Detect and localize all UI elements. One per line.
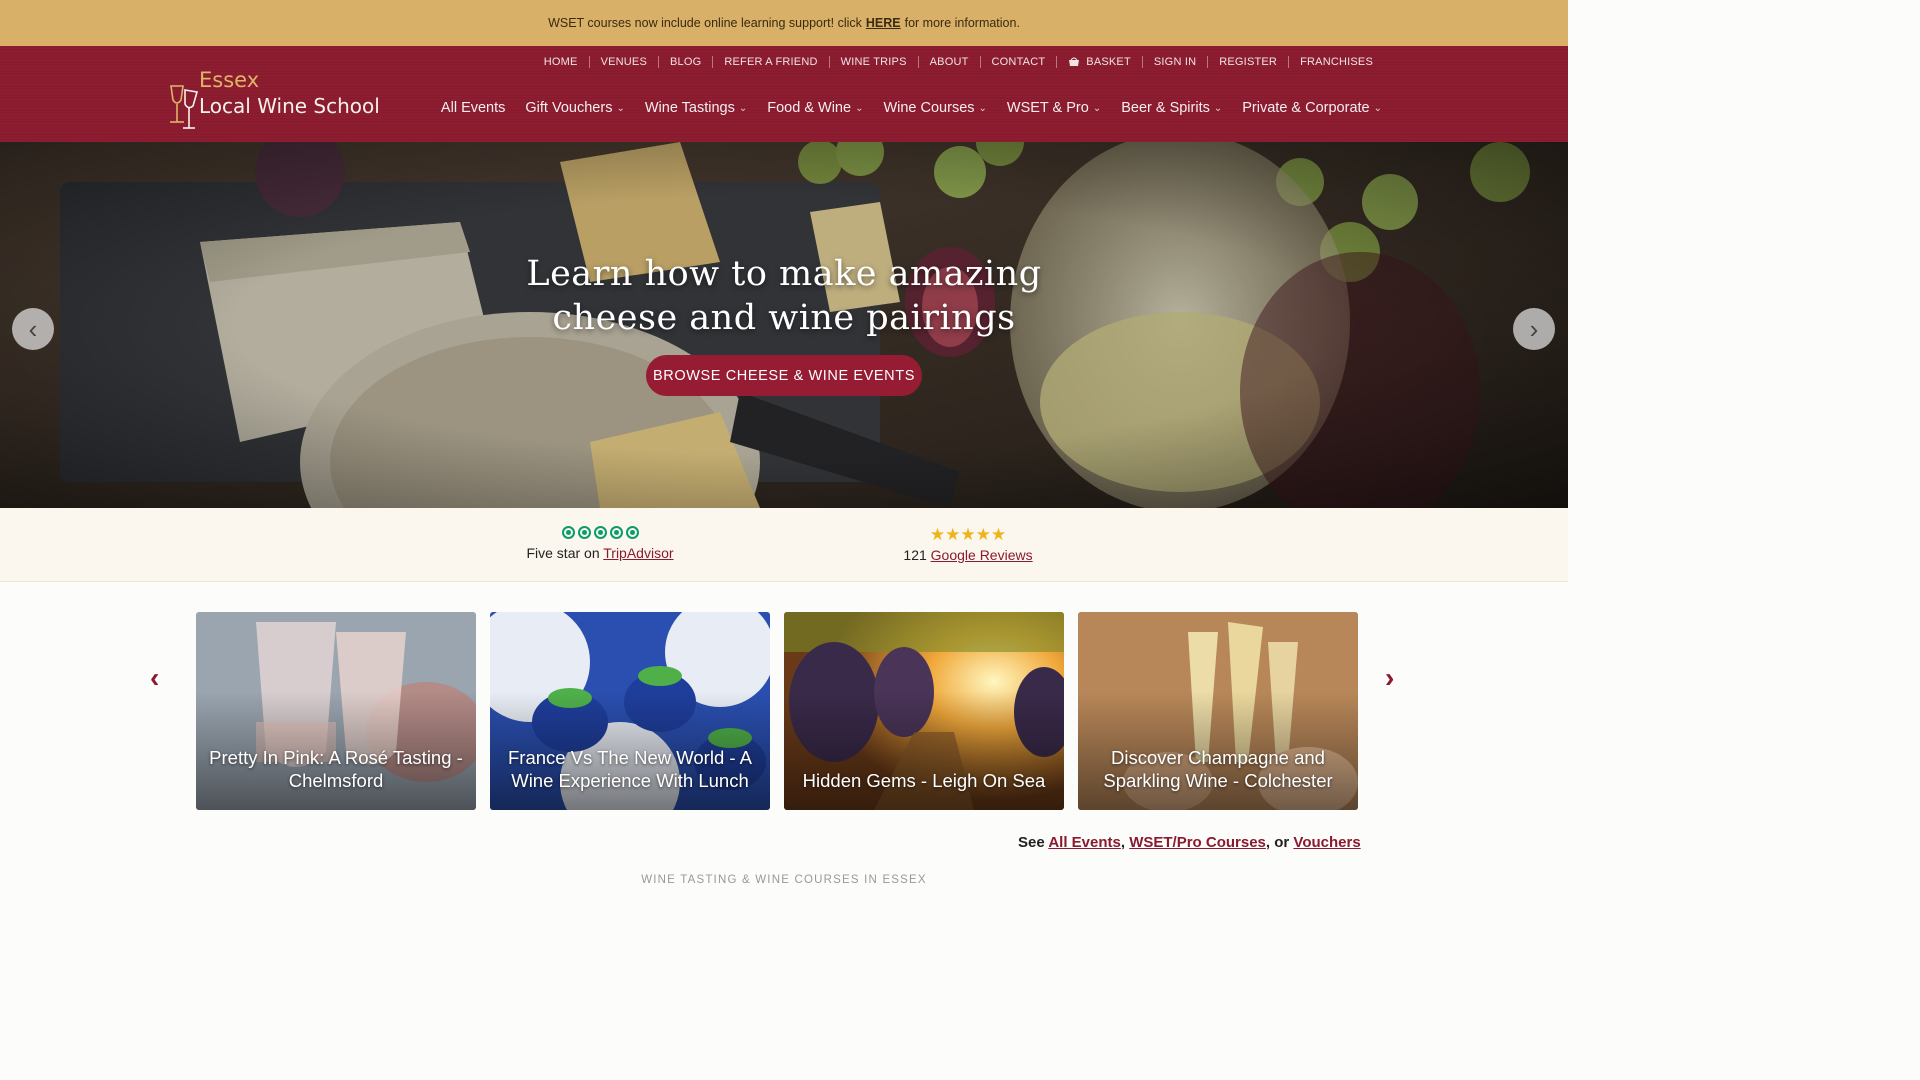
reviews-strip: Five star on TripAdvisor ★★★★★ 121 Googl…	[0, 508, 1568, 582]
top-utility-nav: HOME VENUES BLOG REFER A FRIEND WINE TRI…	[533, 56, 1384, 68]
chevron-down-icon: ⌄	[1373, 102, 1382, 114]
see-more-links: See All Events, WSET/Pro Courses, or Vou…	[1018, 834, 1361, 851]
topnav-contact[interactable]: CONTACT	[981, 56, 1057, 68]
browse-cheese-wine-button[interactable]: BROWSE CHEESE & WINE EVENTS	[646, 355, 922, 396]
events-next-button[interactable]: ›	[1385, 662, 1394, 694]
announcement-text: WSET courses now include online learning…	[548, 16, 862, 30]
mainnav-wine-courses[interactable]: Wine Courses ⌄	[873, 100, 996, 116]
site-header: Essex Local Wine School HOME VENUES BLOG…	[0, 46, 1568, 142]
mainnav-label: Gift Vouchers	[525, 100, 613, 116]
section-heading: WINE TASTING & WINE COURSES IN ESSEX	[641, 874, 927, 886]
vouchers-link[interactable]: Vouchers	[1293, 834, 1360, 851]
topnav-venues[interactable]: VENUES	[590, 56, 658, 68]
logo-line-school: Local Wine School	[199, 94, 380, 118]
tripadvisor-review: Five star on TripAdvisor	[520, 526, 680, 561]
chevron-down-icon: ⌄	[1213, 102, 1223, 114]
chevron-down-icon: ⌄	[738, 102, 748, 114]
basket-label: BASKET	[1086, 56, 1131, 68]
events-prev-button[interactable]: ‹	[150, 662, 159, 694]
star-icon: ★★★★★	[929, 525, 1007, 544]
topnav-basket[interactable]: BASKET	[1057, 56, 1142, 68]
announcement-here-link[interactable]: HERE	[866, 16, 901, 30]
topnav-home[interactable]: HOME	[533, 56, 589, 68]
topnav-sign-in[interactable]: SIGN IN	[1143, 56, 1207, 68]
event-title: Pretty In Pink: A Rosé Tasting - Chelmsf…	[209, 747, 463, 791]
mainnav-wset-pro[interactable]: WSET & Pro ⌄	[997, 100, 1111, 116]
logo-line-essex: Essex	[199, 68, 260, 92]
event-card[interactable]: Discover Champagne and Sparkling Wine - …	[1078, 612, 1358, 810]
topnav-wine-trips[interactable]: WINE TRIPS	[830, 56, 918, 68]
topnav-register[interactable]: REGISTER	[1208, 56, 1288, 68]
chevron-left-icon: ‹	[28, 313, 38, 344]
mainnav-private-corporate[interactable]: Private & Corporate ⌄	[1232, 100, 1392, 116]
chevron-down-icon: ⌄	[855, 102, 864, 114]
mainnav-beer-spirits[interactable]: Beer & Spirits ⌄	[1111, 100, 1232, 116]
chevron-down-icon: ⌄	[978, 102, 987, 114]
topnav-blog[interactable]: BLOG	[659, 56, 712, 68]
wine-glasses-logo-icon	[170, 85, 199, 129]
hero-prev-button[interactable]: ‹	[12, 308, 54, 350]
mainnav-food-wine[interactable]: Food & Wine ⌄	[757, 100, 873, 116]
hero-title-line-2: cheese and wine pairings	[552, 298, 1016, 338]
mainnav-label: WSET & Pro	[1006, 100, 1089, 116]
hero-next-button[interactable]: ›	[1513, 308, 1555, 350]
basket-icon	[1069, 57, 1080, 66]
mainnav-label: Food & Wine	[767, 100, 852, 116]
tripadvisor-link[interactable]: TripAdvisor	[603, 545, 673, 561]
chevron-right-icon: ›	[1529, 313, 1539, 344]
site-logo[interactable]: Essex Local Wine School	[165, 66, 385, 136]
google-reviews-link[interactable]: Google Reviews	[931, 547, 1033, 563]
announcement-text-after: for more information.	[904, 16, 1020, 30]
event-card[interactable]: Pretty In Pink: A Rosé Tasting - Chelmsf…	[196, 612, 476, 810]
tripadvisor-rating-icon	[520, 526, 680, 539]
mainnav-label: Wine Tastings	[644, 100, 735, 116]
google-review: ★★★★★ 121 Google Reviews	[888, 526, 1048, 563]
chevron-down-icon: ⌄	[616, 102, 625, 114]
mainnav-label: Private & Corporate	[1242, 100, 1370, 116]
event-title: Hidden Gems - Leigh On Sea	[802, 770, 1046, 791]
chevron-left-icon: ‹	[150, 662, 160, 693]
mainnav-wine-tastings[interactable]: Wine Tastings ⌄	[635, 100, 757, 116]
see-mid: , or	[1265, 834, 1290, 851]
tripadvisor-text: Five star on	[526, 545, 600, 561]
all-events-link[interactable]: All Events	[1048, 834, 1121, 851]
main-nav: All Events Gift Vouchers ⌄ Wine Tastings ⌄…	[431, 100, 1392, 116]
event-card[interactable]: Hidden Gems - Leigh On Sea	[784, 612, 1064, 810]
hero-title-line-1: Learn how to make amazing	[526, 254, 1042, 294]
topnav-about[interactable]: ABOUT	[919, 56, 980, 68]
event-card[interactable]: France Vs The New World - A Wine Experie…	[490, 612, 770, 810]
mainnav-all-events[interactable]: All Events	[431, 100, 515, 116]
event-title: France Vs The New World - A Wine Experie…	[507, 747, 752, 791]
hero-title: Learn how to make amazing cheese and win…	[0, 252, 1568, 340]
topnav-franchises[interactable]: FRANCHISES	[1289, 56, 1384, 68]
google-review-count: 121	[903, 547, 927, 563]
mainnav-label: All Events	[440, 100, 506, 116]
topnav-refer-a-friend[interactable]: REFER A FRIEND	[713, 56, 828, 68]
chevron-right-icon: ›	[1385, 662, 1395, 693]
event-title: Discover Champagne and Sparkling Wine - …	[1103, 747, 1333, 791]
mainnav-label: Beer & Spirits	[1121, 100, 1210, 116]
announcement-bar: WSET courses now include online learning…	[0, 0, 1568, 46]
chevron-down-icon: ⌄	[1092, 102, 1102, 114]
wset-pro-courses-link[interactable]: WSET/Pro Courses	[1129, 834, 1266, 851]
mainnav-gift-vouchers[interactable]: Gift Vouchers ⌄	[515, 100, 634, 116]
hero-slider: Learn how to make amazing cheese and win…	[0, 142, 1568, 508]
mainnav-label: Wine Courses	[883, 100, 975, 116]
see-prefix: See	[1018, 834, 1045, 851]
